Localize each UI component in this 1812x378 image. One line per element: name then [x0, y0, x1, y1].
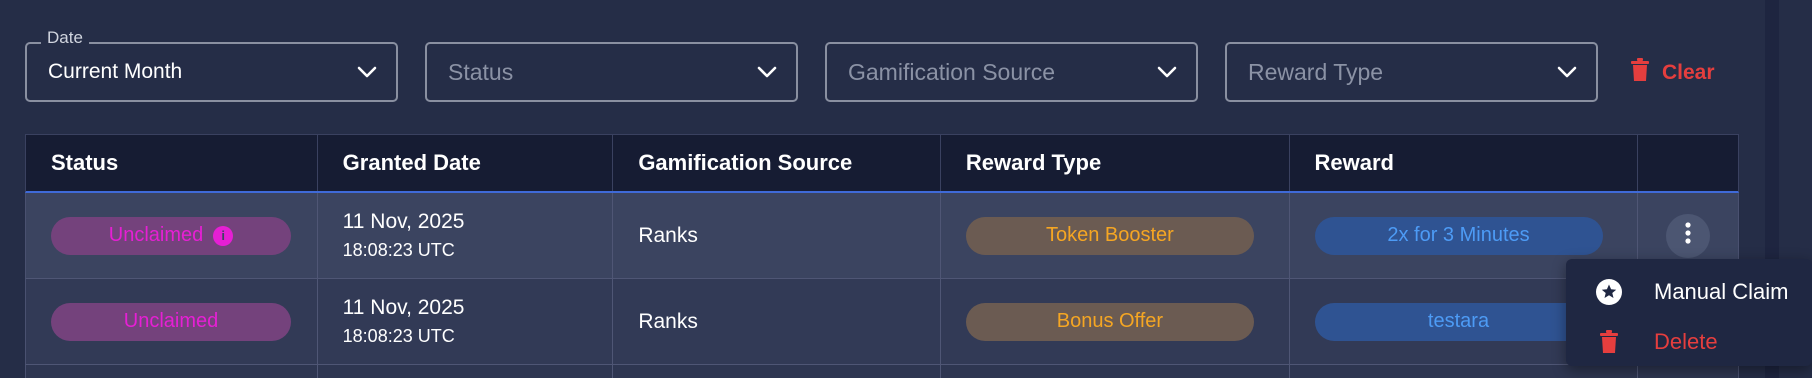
delete-label: Delete — [1654, 329, 1718, 354]
trash-icon — [1630, 58, 1650, 88]
status-filter-placeholder: Status — [448, 58, 514, 85]
table-row[interactable]: Unclaimed 11 Nov, 2025 18:08:23 UTC Rank… — [25, 279, 1739, 365]
granted-date: 11 Nov, 2025 — [342, 296, 465, 319]
clear-filters-button[interactable]: Clear — [1630, 56, 1715, 90]
status-badge-label: Unclaimed — [108, 224, 204, 246]
date-filter-label: Date — [41, 28, 89, 48]
status-cell — [26, 365, 318, 378]
reward-type-badge: Bonus Offer — [965, 302, 1254, 341]
status-cell: Unclaimed i — [26, 193, 318, 278]
granted-time: 18:08:23 UTC — [342, 240, 455, 260]
granted-date-cell — [318, 365, 614, 378]
chevron-down-icon — [1556, 61, 1578, 83]
status-badge-label: Unclaimed — [123, 310, 219, 332]
table-row[interactable]: Unclaimed i 11 Nov, 2025 18:08:23 UTC Ra… — [25, 193, 1739, 279]
row-actions-button[interactable] — [1666, 213, 1711, 258]
row-actions-menu: Manual Claim Delete — [1566, 259, 1812, 366]
manual-claim-label: Manual Claim — [1654, 279, 1789, 304]
gamification-source-filter-placeholder: Gamification Source — [848, 58, 1056, 85]
star-circle-icon — [1594, 278, 1624, 306]
gamification-source-cell: Ranks — [613, 193, 941, 278]
column-header-status[interactable]: Status — [26, 135, 318, 191]
granted-date-cell: 11 Nov, 2025 18:08:23 UTC — [318, 193, 614, 278]
granted-date: 11 Nov, 2025 — [342, 210, 465, 233]
reward-type-filter-select[interactable]: Reward Type — [1225, 42, 1598, 102]
table-header: Status Granted Date Gamification Source … — [25, 134, 1739, 193]
gamification-source-filter-select[interactable]: Gamification Source — [825, 42, 1198, 102]
delete-menu-item[interactable]: Delete — [1566, 317, 1812, 367]
reward-type-cell — [941, 365, 1290, 378]
reward-type-cell: Bonus Offer — [941, 279, 1290, 364]
trash-icon — [1594, 330, 1624, 354]
status-badge: Unclaimed i — [51, 216, 291, 255]
gamification-source-cell — [613, 365, 941, 378]
chevron-down-icon — [1156, 61, 1178, 83]
status-badge: Unclaimed — [51, 302, 291, 341]
chevron-down-icon — [356, 61, 378, 83]
rewards-table: Status Granted Date Gamification Source … — [25, 134, 1739, 378]
status-filter-select[interactable]: Status — [425, 42, 798, 102]
column-header-actions — [1638, 135, 1738, 191]
reward-badge: testara — [1314, 302, 1603, 341]
column-header-reward[interactable]: Reward — [1290, 135, 1639, 191]
reward-badge: 2x for 3 Minutes — [1314, 216, 1603, 255]
date-filter-select[interactable]: Date Current Month — [25, 28, 398, 102]
status-cell: Unclaimed — [26, 279, 318, 364]
kebab-menu-icon — [1685, 221, 1691, 250]
granted-date-cell: 11 Nov, 2025 18:08:23 UTC — [318, 279, 614, 364]
reward-type-cell: Token Booster — [941, 193, 1290, 278]
granted-time: 18:08:23 UTC — [342, 326, 455, 346]
reward-type-badge: Token Booster — [965, 216, 1254, 255]
info-icon[interactable]: i — [213, 225, 234, 246]
date-filter-value: Current Month — [48, 60, 183, 83]
column-header-granted-date[interactable]: Granted Date — [318, 135, 614, 191]
manual-claim-menu-item[interactable]: Manual Claim — [1566, 267, 1812, 317]
gamification-source-cell: Ranks — [613, 279, 941, 364]
column-header-gamification-source[interactable]: Gamification Source — [613, 135, 941, 191]
chevron-down-icon — [756, 61, 778, 83]
reward-type-filter-placeholder: Reward Type — [1248, 58, 1384, 85]
column-header-reward-type[interactable]: Reward Type — [941, 135, 1290, 191]
clear-filters-label: Clear — [1662, 61, 1715, 84]
table-row[interactable] — [25, 365, 1739, 378]
